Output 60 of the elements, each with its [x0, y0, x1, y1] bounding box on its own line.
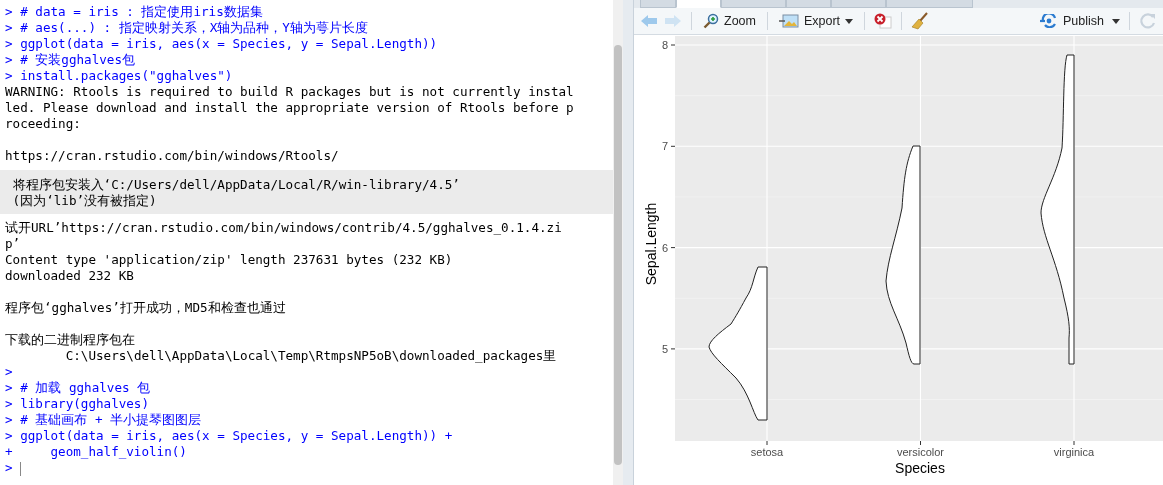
console-prompt: >: [5, 364, 13, 379]
console-command: # 安装gghalves包: [20, 52, 135, 67]
console-prompt: >: [5, 412, 13, 427]
console-output: C:\Users\dell\AppData\Local\Temp\RtmpsNP5oB\downloaded_packages里: [64, 348, 558, 364]
export-button[interactable]: Export: [776, 14, 856, 28]
console-prompt: >: [5, 4, 13, 19]
x-axis-title: Species: [895, 460, 945, 476]
back-arrow-icon[interactable]: [640, 14, 658, 28]
console-prompt: >: [5, 428, 13, 443]
console-output: 程序包‘gghalves’打开成功，MD5和检查也通过: [5, 300, 287, 316]
x-axis-label: setosa: [750, 446, 784, 458]
x-axis-label: versicolor: [896, 446, 945, 458]
console-output: downloaded 232 KB: [5, 268, 135, 284]
pane-splitter[interactable]: [623, 0, 634, 485]
publish-button[interactable]: Publish: [1038, 14, 1106, 28]
console-prompt: >: [5, 380, 13, 395]
scrollbar[interactable]: [613, 0, 623, 485]
console-prompt: >: [5, 20, 13, 35]
console-command: library(gghalves): [20, 396, 150, 411]
console-output: 将程序包安装入‘C:/Users/dell/AppData/Local/R/win-library/4.5’: [11, 177, 461, 193]
console-command: ggplot(data = iris, aes(x = Species, y = Sepal.Length)) +: [20, 428, 453, 443]
caret-icon[interactable]: [1112, 18, 1120, 24]
console-command: ggplot(data = iris, aes(x = Species, y = Sepal.Length)): [20, 36, 438, 51]
console-output: Content type 'application/zip' length 237631 bytes (232 KB): [5, 252, 454, 268]
console-output: https://cran.rstudio.com/bin/windows/Rtools/: [5, 148, 340, 164]
y-axis-label: 7: [661, 140, 668, 153]
console-prompt: >: [5, 396, 13, 411]
magnifier-icon: [703, 13, 719, 29]
broom-icon[interactable]: [911, 12, 930, 30]
console-prompt: +: [5, 444, 13, 459]
console-command: # data = iris : 指定使用iris数据集: [20, 4, 263, 19]
caret-icon: [845, 18, 854, 24]
console-command: # aes(...) : 指定映射关系，X轴为品种，Y轴为萼片长度: [20, 20, 368, 35]
console-prompt: >: [5, 460, 13, 475]
scrollbar-thumb[interactable]: [614, 45, 622, 465]
console-output: (因为‘lib’没有被指定): [11, 193, 158, 209]
console-output: roceeding:: [5, 116, 82, 132]
y-axis-title: Sepal.Length: [643, 202, 659, 286]
remove-plot-icon[interactable]: [874, 13, 893, 29]
image-icon: [778, 14, 799, 28]
console-prompt: >: [5, 36, 13, 51]
console-prompt: >: [5, 68, 13, 83]
console-command: geom_half_violin(): [49, 444, 187, 459]
y-axis-label: 5: [661, 342, 668, 355]
publish-icon: [1040, 14, 1058, 28]
y-axis-label: 6: [661, 241, 668, 254]
console-command: # 加载 gghalves 包: [20, 380, 151, 395]
zoom-button[interactable]: Zoom: [701, 13, 758, 29]
console-output: 下载的二进制程序包在: [5, 332, 136, 348]
x-axis-label: virginica: [1053, 446, 1095, 458]
console-output: p’: [5, 236, 22, 252]
console-output: WARNING: Rtools is required to build R packages but is not currently instal: [5, 84, 575, 100]
console-command: install.packages("gghalves"): [20, 68, 233, 83]
refresh-icon[interactable]: [1139, 12, 1157, 30]
forward-arrow-icon[interactable]: [664, 14, 682, 28]
y-axis-label: 8: [661, 39, 668, 51]
console-command: # 基础画布 + 半小提琴图图层: [20, 412, 202, 427]
console-output: led. Please download and install the appropriate version of Rtools before p: [5, 100, 575, 116]
console-prompt: >: [5, 52, 13, 67]
console-output: 试开URL’https://cran.rstudio.com/bin/windows/contrib/4.5/gghalves_0.1.4.zi: [5, 220, 563, 236]
